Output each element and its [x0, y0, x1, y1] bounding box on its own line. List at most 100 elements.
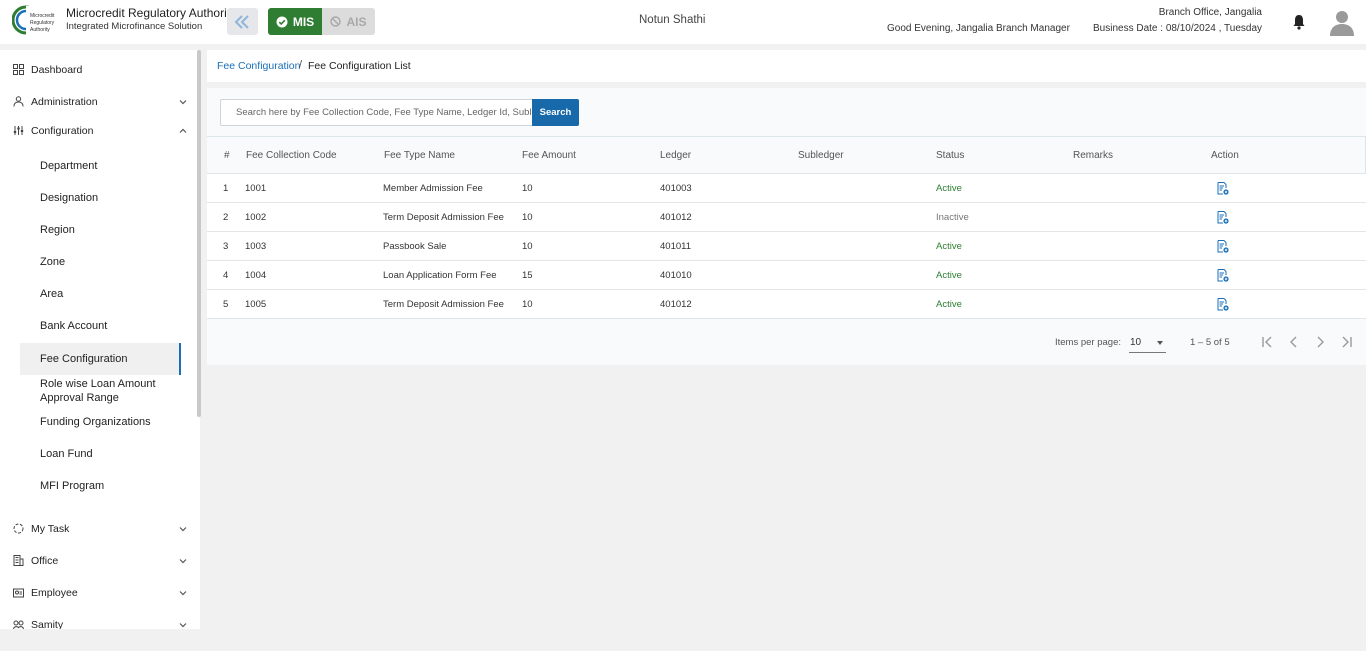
edit-document-icon[interactable] [1217, 182, 1229, 195]
cell-fee-type-name: Term Deposit Admission Fee [383, 212, 504, 223]
edit-document-icon[interactable] [1217, 211, 1229, 224]
notification-bell-icon[interactable] [1292, 14, 1306, 30]
cell-fee-amount: 10 [522, 212, 533, 223]
sidebar-item-my-task[interactable]: My Task [0, 518, 196, 540]
top-header: Microcredit Regulatory Authority Microcr… [0, 0, 1366, 44]
sliders-icon [13, 126, 24, 135]
sidebar-subitem-department[interactable]: Department [20, 154, 181, 178]
status-badge: Active [936, 183, 962, 194]
sidebar-item-label: Configuration [31, 125, 94, 137]
sidebar: Dashboard Administration Configuration D… [0, 50, 200, 629]
chevron-up-icon [179, 128, 187, 133]
cell-number: 3 [223, 241, 229, 252]
sidebar-subitem-funding-organizations[interactable]: Funding Organizations [20, 410, 181, 434]
mis-mode-button[interactable]: MIS [268, 8, 322, 35]
sidebar-item-label: Employee [31, 587, 78, 599]
sidebar-item-label: Administration [31, 96, 98, 108]
admin-icon [13, 96, 24, 107]
app-name: Notun Shathi [639, 14, 706, 26]
branch-office: Branch Office, Jangalia [1158, 7, 1262, 18]
column-header-subledger: Subledger [798, 150, 844, 161]
first-page-icon[interactable] [1259, 334, 1275, 350]
cell-number: 1 [223, 183, 229, 194]
chevron-down-icon [179, 559, 187, 564]
sidebar-subitem-zone[interactable]: Zone [20, 250, 181, 274]
sidebar-subitem-loan-fund[interactable]: Loan Fund [20, 442, 181, 466]
employee-icon [13, 588, 24, 598]
table-row: 5 1005 Term Deposit Admission Fee 10 401… [207, 290, 1366, 319]
cell-fee-collection-code: 1004 [245, 270, 267, 281]
task-icon [13, 523, 24, 534]
ban-icon [330, 16, 342, 27]
previous-page-icon[interactable] [1286, 334, 1302, 350]
grid-icon [13, 64, 24, 75]
sidebar-scrollbar[interactable] [197, 50, 201, 417]
cell-number: 4 [223, 270, 229, 281]
sidebar-item-samity[interactable]: Samity [0, 614, 196, 629]
user-avatar-icon[interactable] [1328, 8, 1356, 36]
collapse-sidebar-button[interactable] [227, 8, 258, 35]
column-header-fee-type-name: Fee Type Name [384, 150, 455, 161]
svg-text:Microcredit: Microcredit [30, 13, 55, 19]
sidebar-subitem-fee-configuration[interactable]: Fee Configuration [20, 343, 181, 375]
cell-number: 2 [223, 212, 229, 223]
cell-ledger: 401012 [660, 212, 692, 223]
column-header-ledger: Ledger [660, 150, 692, 161]
table-row: 3 1003 Passbook Sale 10 401011 Active [207, 232, 1366, 261]
caret-down-icon [1157, 341, 1163, 345]
double-chevron-left-icon [234, 14, 249, 29]
sidebar-subitem-role-loan-approval-range[interactable]: Role wise Loan Amount Approval Range [20, 376, 181, 406]
paginator: Items per page: 10 1 – 5 of 5 [207, 328, 1366, 358]
status-badge: Active [936, 241, 962, 252]
greeting-text: Good Evening, Jangalia Branch Manager [887, 23, 1070, 34]
search-button[interactable]: Search [532, 99, 579, 126]
page-size-select[interactable]: 10 [1129, 331, 1166, 353]
sidebar-item-label: Samity [31, 619, 64, 629]
cell-fee-amount: 10 [522, 299, 533, 310]
sidebar-subitem-bank-account[interactable]: Bank Account [20, 314, 181, 338]
cell-fee-collection-code: 1001 [245, 183, 267, 194]
sidebar-item-employee[interactable]: Employee [0, 582, 196, 604]
samity-icon [13, 620, 24, 629]
cell-fee-type-name: Passbook Sale [383, 241, 447, 252]
table-row: 2 1002 Term Deposit Admission Fee 10 401… [207, 203, 1366, 232]
cell-fee-collection-code: 1005 [245, 299, 267, 310]
sidebar-subitem-designation[interactable]: Designation [20, 186, 181, 210]
sidebar-subitem-area[interactable]: Area [20, 282, 181, 306]
column-header-number: # [224, 150, 230, 161]
sidebar-subitem-region[interactable]: Region [20, 218, 181, 242]
sidebar-item-office[interactable]: Office [0, 550, 196, 572]
status-badge: Active [936, 299, 962, 310]
cell-fee-type-name: Term Deposit Admission Fee [383, 299, 504, 310]
edit-document-icon[interactable] [1217, 240, 1229, 253]
cell-number: 5 [223, 299, 229, 310]
next-page-icon[interactable] [1312, 334, 1328, 350]
sidebar-subitem-mfi-program[interactable]: MFI Program [20, 474, 181, 498]
edit-document-icon[interactable] [1217, 298, 1229, 311]
last-page-icon[interactable] [1339, 334, 1355, 350]
search-input[interactable] [220, 99, 533, 126]
mra-logo: Microcredit Regulatory Authority [12, 5, 60, 36]
cell-ledger: 401012 [660, 299, 692, 310]
breadcrumb-link-fee-configuration[interactable]: Fee Configuration [217, 60, 300, 72]
column-header-action: Action [1211, 150, 1239, 161]
status-badge: Inactive [936, 212, 969, 223]
table-header-row: # Fee Collection Code Fee Type Name Fee … [207, 136, 1366, 174]
edit-document-icon[interactable] [1217, 269, 1229, 282]
svg-text:Authority: Authority [30, 27, 50, 33]
breadcrumb: Fee Configuration / Fee Configuration Li… [207, 50, 1366, 82]
ais-mode-button[interactable]: AIS [322, 8, 375, 35]
sidebar-item-configuration[interactable]: Configuration [0, 120, 196, 142]
cell-fee-amount: 10 [522, 241, 533, 252]
breadcrumb-current: Fee Configuration List [308, 60, 411, 72]
sidebar-item-label: Dashboard [31, 64, 83, 76]
sidebar-item-administration[interactable]: Administration [0, 91, 196, 113]
sidebar-item-dashboard[interactable]: Dashboard [0, 59, 196, 81]
chevron-down-icon [179, 100, 187, 105]
items-per-page-label: Items per page: [1055, 337, 1122, 348]
cell-ledger: 401003 [660, 183, 692, 194]
cell-fee-type-name: Loan Application Form Fee [383, 270, 497, 281]
org-name: Microcredit Regulatory Authority [66, 6, 237, 20]
column-header-fee-collection-code: Fee Collection Code [246, 150, 337, 161]
fee-configuration-table: # Fee Collection Code Fee Type Name Fee … [207, 136, 1366, 319]
